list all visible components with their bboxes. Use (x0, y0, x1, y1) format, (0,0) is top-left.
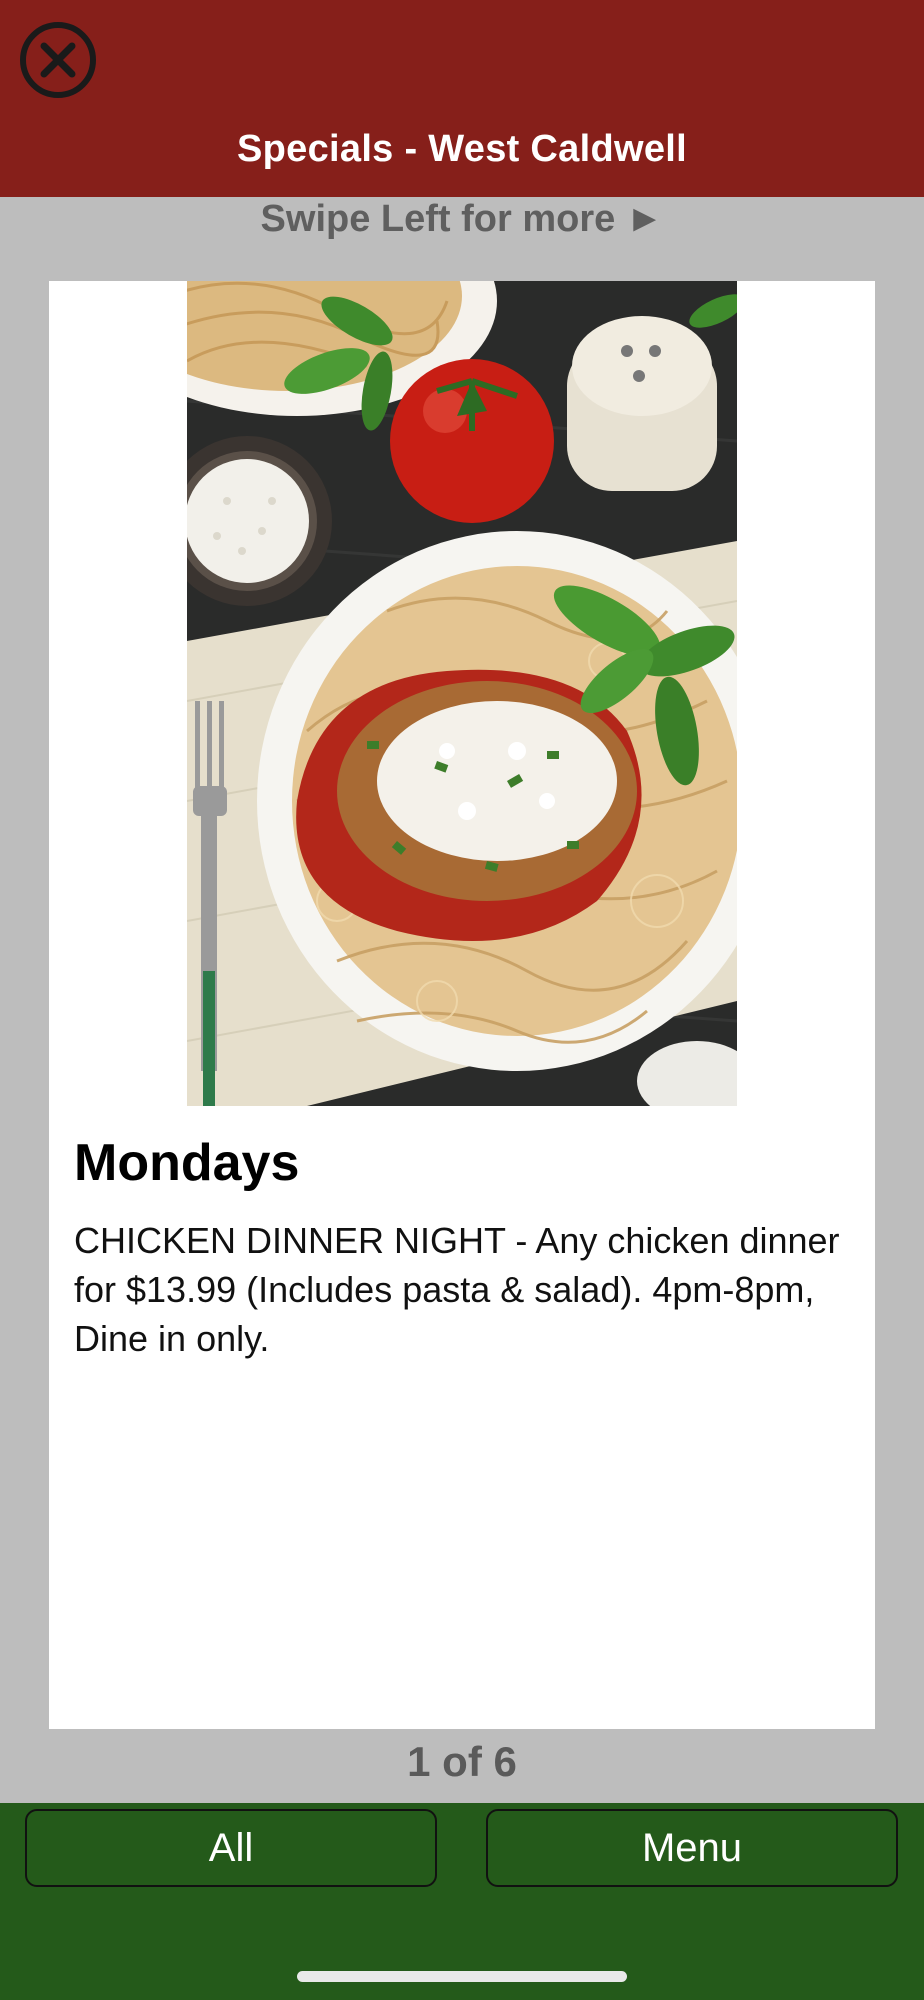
menu-button[interactable]: Menu (486, 1809, 898, 1887)
all-button[interactable]: All (25, 1809, 437, 1887)
special-card[interactable]: Mondays CHICKEN DINNER NIGHT - Any chick… (49, 281, 875, 1729)
header-bar: Specials - West Caldwell (0, 0, 924, 197)
swipe-hint: Swipe Left for more ► (260, 198, 664, 240)
specials-screen: Specials - West Caldwell Swipe Left for … (0, 0, 924, 2000)
page-title: Specials - West Caldwell (237, 128, 687, 170)
special-description: CHICKEN DINNER NIGHT - Any chicken dinne… (74, 1220, 840, 1359)
close-circle-icon (20, 22, 96, 98)
footer-bar: All Menu (0, 1803, 924, 2000)
close-button[interactable] (18, 20, 98, 100)
special-day-title: Mondays (74, 1134, 300, 1192)
home-indicator[interactable] (297, 1971, 627, 1982)
page-indicator: 1 of 6 (407, 1738, 517, 1785)
chicken-parmesan-photo (187, 281, 737, 1106)
